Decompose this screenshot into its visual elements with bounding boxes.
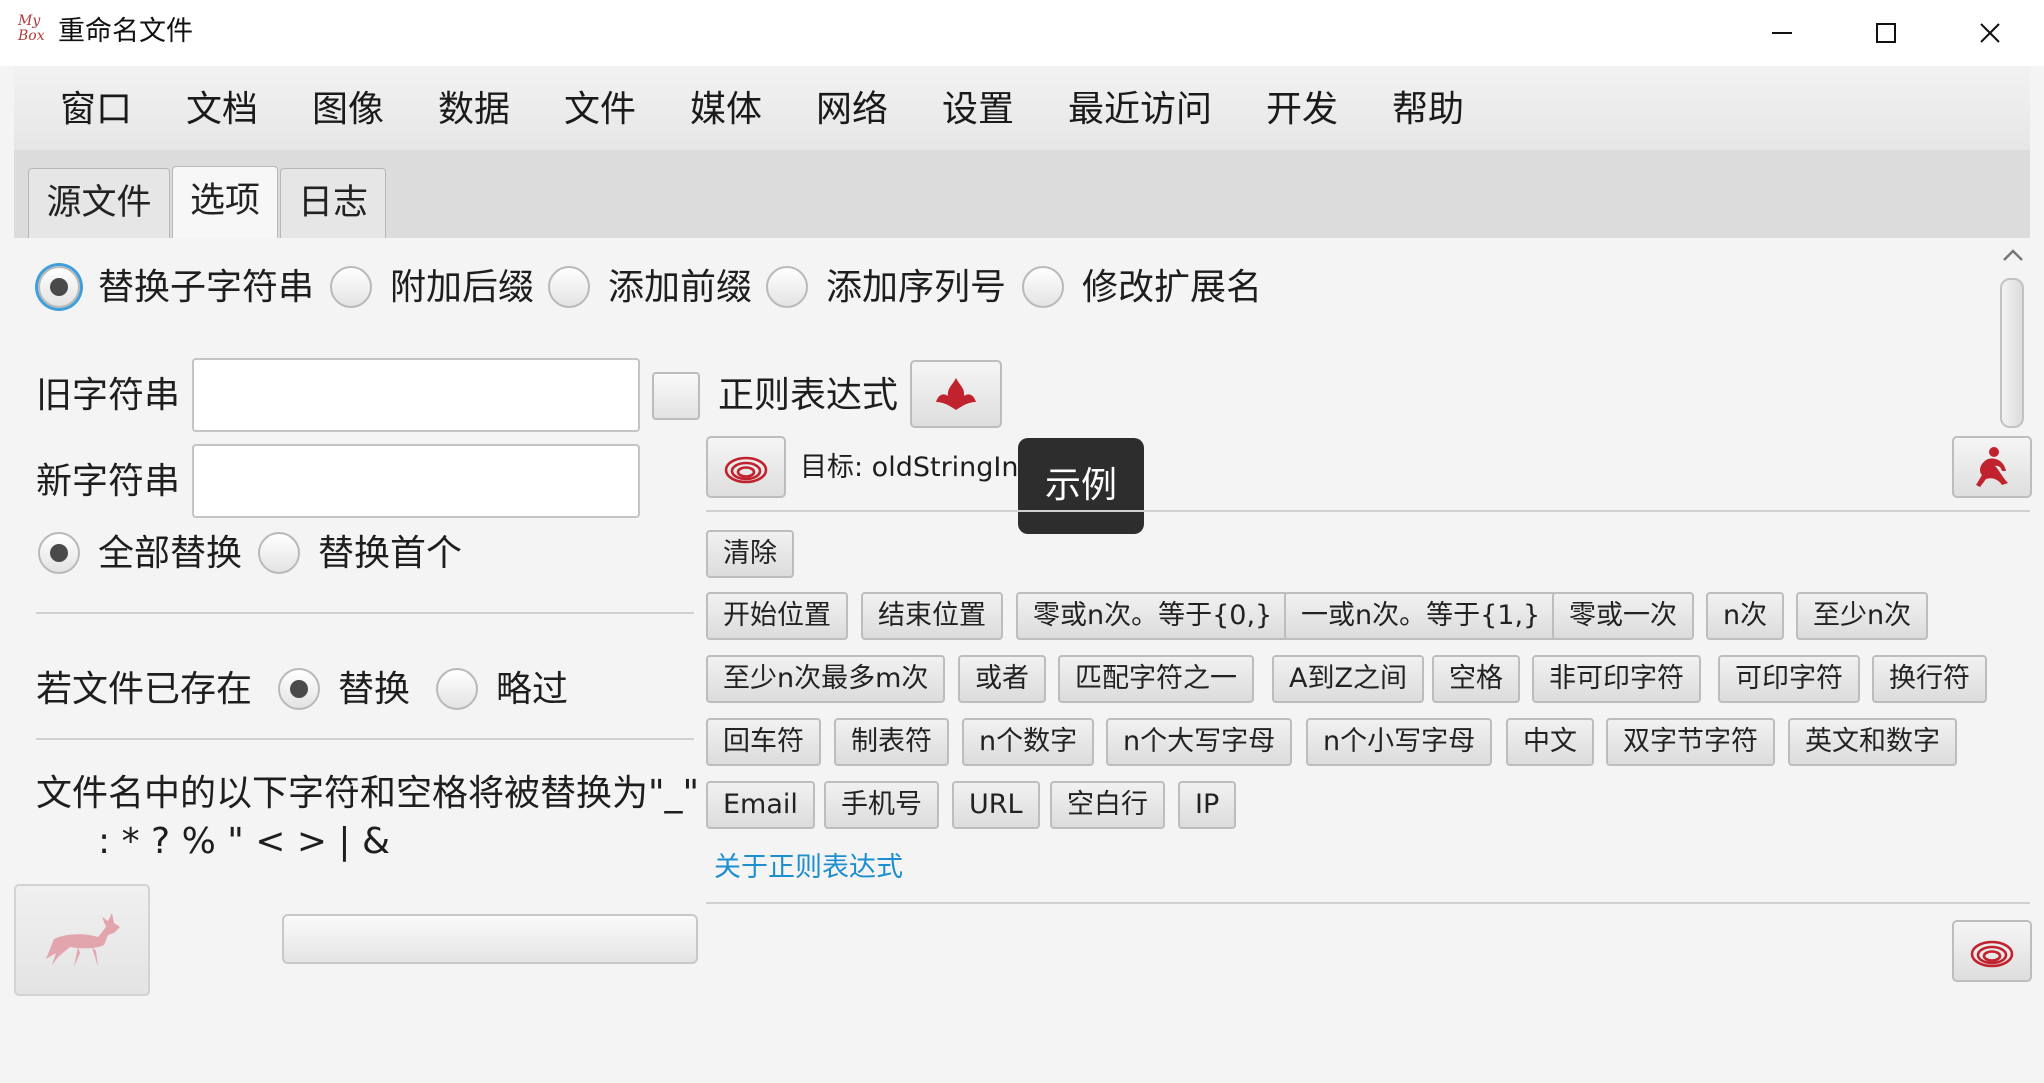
- radio-replace-all[interactable]: [38, 532, 80, 574]
- regex-chip[interactable]: 零或n次。等于{0,}: [1016, 592, 1290, 640]
- scroll-up-icon[interactable]: [2002, 248, 2024, 262]
- menu-help[interactable]: 帮助: [1392, 88, 1464, 132]
- radio-exists-skip[interactable]: [436, 668, 478, 710]
- deer-icon: [46, 913, 120, 967]
- minimize-icon: [1772, 32, 1792, 34]
- regex-chip[interactable]: n次: [1706, 592, 1785, 640]
- vertical-scrollbar[interactable]: [1994, 238, 2030, 428]
- new-string-input[interactable]: [192, 444, 640, 518]
- menu-develop[interactable]: 开发: [1266, 88, 1338, 132]
- figure-icon: [1976, 447, 2008, 487]
- regex-chip[interactable]: 英文和数字: [1788, 718, 1957, 766]
- regex-chip[interactable]: 双字节字符: [1606, 718, 1775, 766]
- separator: [706, 902, 2030, 904]
- window-title: 重命名文件: [58, 16, 193, 47]
- menu-window[interactable]: 窗口: [60, 88, 132, 132]
- regex-chip[interactable]: n个数字: [962, 718, 1095, 766]
- tab-log[interactable]: 日志: [280, 168, 386, 239]
- panel-corner-button[interactable]: [1952, 436, 2032, 498]
- regex-label: 正则表达式: [718, 375, 899, 416]
- start-button[interactable]: [14, 884, 150, 996]
- regex-chip[interactable]: 匹配字符之一: [1058, 655, 1254, 703]
- separator: [36, 612, 694, 614]
- tooltip: 示例: [1018, 438, 1144, 534]
- regex-checkbox[interactable]: [652, 372, 700, 420]
- separator: [706, 510, 2030, 512]
- scrollbar-thumb[interactable]: [2000, 278, 2024, 428]
- maximize-icon: [1876, 23, 1896, 43]
- regex-chip[interactable]: n个小写字母: [1306, 718, 1493, 766]
- regex-chip[interactable]: 或者: [958, 655, 1046, 703]
- menu-document[interactable]: 文档: [186, 88, 258, 132]
- old-string-input[interactable]: [192, 358, 640, 432]
- tab-options[interactable]: 选项: [172, 166, 278, 240]
- menu-settings[interactable]: 设置: [942, 88, 1014, 132]
- regex-chip[interactable]: 空白行: [1050, 781, 1165, 829]
- regex-chip[interactable]: 中文: [1506, 718, 1594, 766]
- regex-chip[interactable]: 非可印字符: [1532, 655, 1701, 703]
- target-button[interactable]: [706, 436, 786, 498]
- regex-chip[interactable]: 至少n次最多m次: [706, 655, 946, 703]
- regex-chip[interactable]: 开始位置: [706, 592, 848, 640]
- label-add-sequence: 添加序列号: [826, 267, 1007, 308]
- label-add-prefix: 添加前缀: [608, 267, 753, 308]
- label-replace-first: 替换首个: [318, 533, 463, 574]
- menu-data[interactable]: 数据: [438, 88, 510, 132]
- menu-network[interactable]: 网络: [816, 88, 888, 132]
- regex-chip[interactable]: 换行符: [1872, 655, 1987, 703]
- label-change-extension: 修改扩展名: [1082, 267, 1263, 308]
- menu-media[interactable]: 媒体: [690, 88, 762, 132]
- regex-chip[interactable]: URL: [952, 781, 1040, 829]
- minimize-button[interactable]: [1732, 0, 1832, 66]
- close-icon: [1980, 23, 2000, 43]
- radio-change-extension[interactable]: [1022, 266, 1064, 308]
- regex-chip[interactable]: 空格: [1432, 655, 1520, 703]
- old-string-label: 旧字符串: [36, 375, 181, 416]
- flame-icon: [936, 378, 976, 410]
- separator: [36, 738, 694, 740]
- file-exists-label: 若文件已存在: [36, 669, 253, 710]
- regex-chip[interactable]: 零或一次: [1552, 592, 1694, 640]
- bottom-spiral-button[interactable]: [1952, 920, 2032, 982]
- note-line-2: : * ? % " < > | &: [98, 821, 391, 862]
- regex-chip[interactable]: 至少n次: [1796, 592, 1929, 640]
- regex-chip[interactable]: 手机号: [824, 781, 939, 829]
- radio-replace-substring[interactable]: [38, 266, 80, 308]
- radio-exists-replace[interactable]: [278, 668, 320, 710]
- regex-chip[interactable]: Email: [706, 781, 815, 829]
- radio-replace-first[interactable]: [258, 532, 300, 574]
- regex-chip[interactable]: 一或n次。等于{1,}: [1284, 592, 1558, 640]
- about-regex-link[interactable]: 关于正则表达式: [714, 848, 903, 888]
- close-button[interactable]: [1940, 0, 2040, 66]
- regex-chip[interactable]: 回车符: [706, 718, 821, 766]
- maximize-button[interactable]: [1836, 0, 1936, 66]
- menu-file[interactable]: 文件: [564, 88, 636, 132]
- spiral-icon: [724, 456, 768, 484]
- label-exists-skip: 略过: [496, 669, 569, 710]
- label-exists-replace: 替换: [338, 669, 411, 710]
- radio-append-suffix[interactable]: [330, 266, 372, 308]
- note-line-1: 文件名中的以下字符和空格将被替换为"_": [36, 773, 700, 814]
- regex-chip[interactable]: n个大写字母: [1106, 718, 1293, 766]
- new-string-label: 新字符串: [36, 461, 181, 502]
- label-replace-all: 全部替换: [98, 533, 243, 574]
- regex-chip[interactable]: A到Z之间: [1272, 655, 1424, 703]
- regex-example-button[interactable]: [910, 360, 1002, 428]
- progress-bar: [282, 914, 698, 964]
- tab-source-files[interactable]: 源文件: [28, 168, 170, 239]
- regex-chip[interactable]: IP: [1178, 781, 1237, 829]
- label-replace-substring: 替换子字符串: [98, 267, 315, 308]
- spiral-icon: [1970, 940, 2014, 968]
- menu-image[interactable]: 图像: [312, 88, 384, 132]
- radio-add-sequence[interactable]: [766, 266, 808, 308]
- regex-chip[interactable]: 制表符: [834, 718, 949, 766]
- app-logo: My Box: [18, 13, 45, 44]
- regex-chip[interactable]: 可印字符: [1718, 655, 1860, 703]
- clear-button[interactable]: 清除: [706, 530, 794, 578]
- label-append-suffix: 附加后缀: [390, 267, 535, 308]
- menu-recent[interactable]: 最近访问: [1068, 88, 1212, 132]
- regex-chip[interactable]: 结束位置: [861, 592, 1003, 640]
- radio-add-prefix[interactable]: [548, 266, 590, 308]
